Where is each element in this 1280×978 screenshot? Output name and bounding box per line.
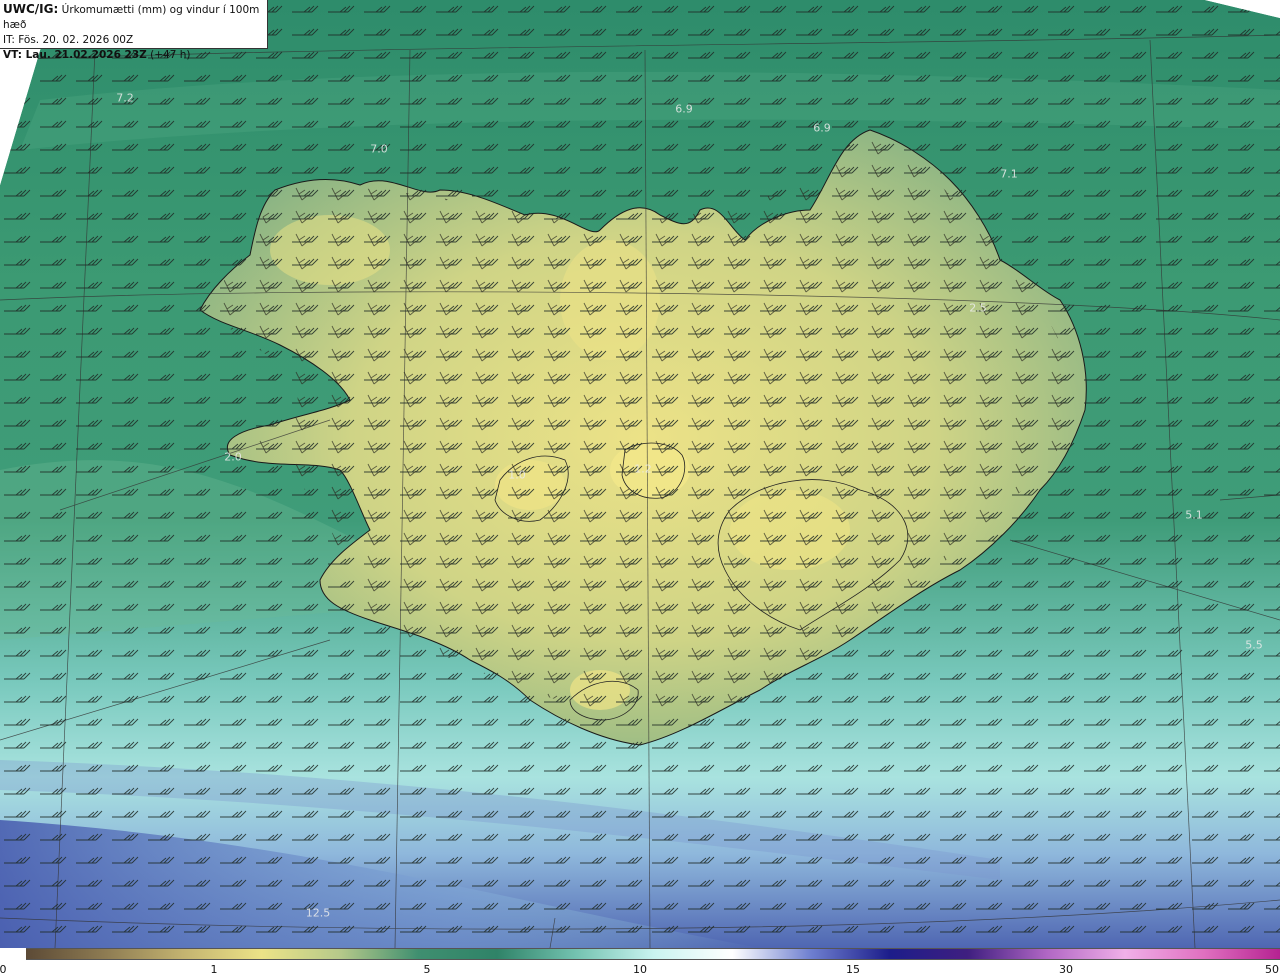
colorbar-tick-label: 0: [0, 963, 7, 976]
colorbar-tick-label: 5: [423, 963, 431, 976]
value-label: 5.5: [1245, 638, 1263, 652]
value-label: 2.0: [224, 450, 242, 464]
value-label: 2.5: [969, 301, 987, 315]
colorbar-tick-label: 30: [1059, 963, 1073, 976]
value-label: 6.9: [813, 121, 831, 135]
colorbar-tick-label: 10: [633, 963, 647, 976]
colorbar-tick-label: 1: [210, 963, 218, 976]
value-label: 5.1: [1185, 508, 1203, 522]
valid-time: VT: Lau. 21.02.2026 23Z (+47 h): [3, 49, 191, 61]
colorbar-ticks: 0 1 5 10 15 30 50: [0, 959, 1280, 978]
value-label: 6.9: [675, 102, 693, 116]
value-label: 7.1: [1000, 167, 1018, 181]
value-label: 12.5: [305, 906, 331, 920]
colorbar-tick-label: 50: [1265, 963, 1279, 976]
value-label: 1.2: [634, 462, 652, 476]
map-title: UWC/IG: Úrkomumætti (mm) og vindur í 100…: [3, 2, 260, 31]
forecast-map: 7.2 7.0 6.9 6.9 7.1 2.5 2.0 1.2 1.0 5.1 5.5 12.5: [0, 0, 1280, 948]
value-label: 1.0: [508, 468, 526, 482]
info-box: UWC/IG: Úrkomumætti (mm) og vindur í 100…: [0, 0, 268, 61]
value-label: 7.0: [370, 142, 388, 156]
value-label: 7.2: [116, 91, 134, 105]
colorbar-tick-label: 15: [846, 963, 860, 976]
initial-time: IT: Fös. 20. 02. 2026 00Z: [3, 34, 134, 46]
